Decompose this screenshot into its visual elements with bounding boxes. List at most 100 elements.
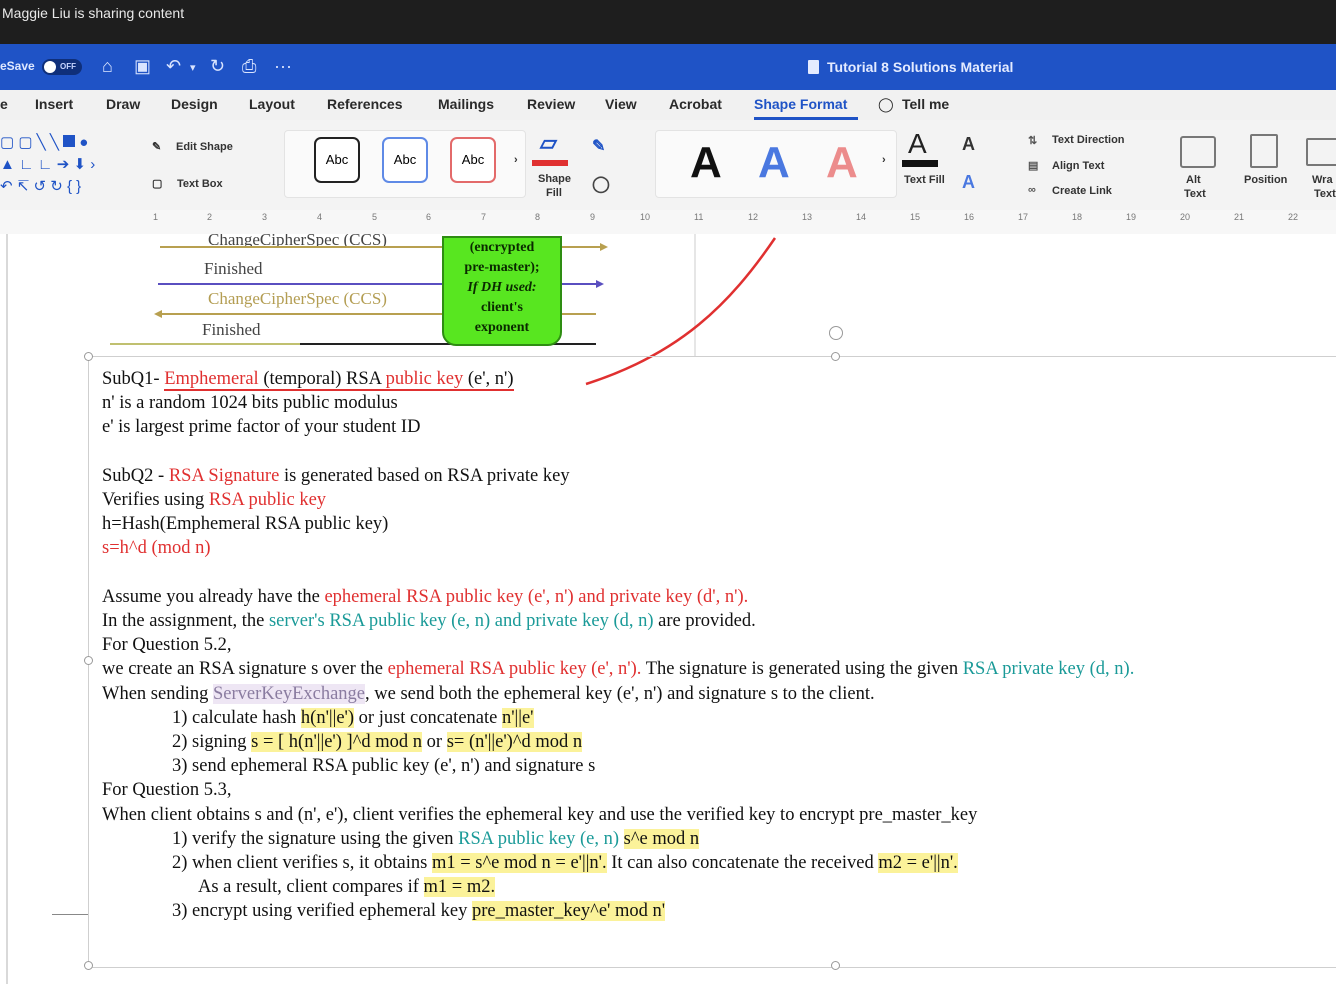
exponent-line: e' is largest prime factor of your stude… — [102, 417, 421, 438]
tab-draw[interactable]: Draw — [106, 96, 140, 112]
step-1-hash: 1) calculate hash h(n'||e') or just conc… — [172, 707, 534, 728]
autosave-toggle[interactable]: OFF — [42, 59, 82, 75]
wordart-more-icon[interactable]: › — [882, 154, 886, 166]
resize-handle-bottom-left[interactable] — [84, 961, 93, 970]
subq2-line: SubQ2 - RSA Signature is generated based… — [102, 465, 570, 486]
client-line: When client obtains s and (n', e'), clie… — [102, 804, 978, 825]
create-signature-line: we create an RSA signature s over the ep… — [102, 659, 1135, 680]
rotate-handle-icon[interactable] — [829, 326, 843, 340]
shape-style-blue[interactable]: Abc — [382, 137, 428, 183]
share-status-text: Maggie Liu is sharing content — [2, 5, 185, 21]
autosave-label: eSave — [0, 59, 35, 73]
tab-home-partial[interactable]: e — [0, 96, 8, 112]
diagram-label-finished-1: Finished — [204, 259, 263, 278]
tab-acrobat[interactable]: Acrobat — [669, 96, 722, 112]
screen-share-bar: Maggie Liu is sharing content — [0, 0, 1336, 44]
position-icon[interactable] — [1250, 134, 1278, 168]
paint-bucket-icon[interactable]: ▱ — [540, 130, 557, 156]
text-fill-icon[interactable]: A — [908, 128, 927, 160]
tab-mailings[interactable]: Mailings — [438, 96, 494, 112]
shape-effects-icon[interactable]: ◯ — [592, 174, 610, 194]
more-icon[interactable]: ··· — [274, 56, 292, 77]
print-icon[interactable]: ⎙ — [242, 56, 256, 77]
question-5-3-heading: For Question 5.3, — [102, 780, 232, 801]
document-icon — [808, 60, 819, 74]
tab-design[interactable]: Design — [171, 96, 218, 112]
position-label: Position — [1244, 174, 1288, 186]
title-bar: eSave OFF ⌂ ▣ ↶ ▾ ↻ ⎙ ··· Tutorial 8 Sol… — [0, 44, 1336, 90]
compare-line: As a result, client compares if m1 = m2. — [198, 877, 496, 898]
tab-references[interactable]: References — [327, 96, 403, 112]
wordart-blue[interactable]: A — [758, 138, 790, 188]
resize-handle-bottom-middle[interactable] — [831, 961, 840, 970]
verify-step-1: 1) verify the signature using the given … — [172, 828, 700, 849]
text-box-content[interactable]: SubQ1- Emphemeral (temporal) RSA public … — [102, 367, 1134, 924]
diagram-label-finished-2: Finished — [202, 320, 261, 339]
text-outline-icon[interactable]: A — [962, 134, 975, 155]
edit-shape-icon[interactable]: ✎ — [152, 140, 161, 153]
encrypt-step-3: 3) encrypt using verified ephemeral key … — [172, 901, 666, 922]
shape-fill-label-1: Shape — [538, 173, 572, 185]
tab-view[interactable]: View — [605, 96, 637, 112]
sending-line: When sending ServerKeyExchange, we send … — [102, 683, 875, 704]
text-box-button[interactable]: Text Box — [177, 178, 223, 190]
tab-insert[interactable]: Insert — [35, 96, 73, 112]
assume-line: Assume you already have the ephemeral RS… — [102, 586, 749, 607]
text-fill-swatch — [902, 160, 938, 167]
text-effects-icon[interactable]: A — [962, 172, 975, 193]
lightbulb-icon: ◯ — [878, 96, 894, 112]
shape-style-red[interactable]: Abc — [450, 137, 496, 183]
wrap-text-label-1: Wra — [1312, 174, 1333, 186]
tab-layout[interactable]: Layout — [249, 96, 295, 112]
resize-handle-top-left[interactable] — [84, 352, 93, 361]
text-direction-button[interactable]: Text Direction — [1052, 134, 1125, 146]
tell-me-search[interactable]: Tell me — [902, 96, 949, 112]
assignment-line: In the assignment, the server's RSA publ… — [102, 611, 756, 631]
wrap-text-icon[interactable] — [1306, 138, 1336, 166]
save-icon[interactable]: ▣ — [134, 56, 151, 77]
text-direction-icon: ⇅ — [1028, 135, 1038, 147]
question-5-2-heading: For Question 5.2, — [102, 635, 232, 656]
wrap-text-label-2: Text — [1314, 188, 1336, 200]
alt-text-icon[interactable] — [1180, 136, 1216, 168]
modulus-line: n' is a random 1024 bits public modulus — [102, 393, 398, 414]
undo-icon[interactable]: ↶ — [166, 56, 181, 77]
resize-handle-middle-left[interactable] — [84, 656, 93, 665]
shape-fill-label-2: Fill — [546, 187, 562, 199]
link-icon: ∞ — [1028, 184, 1036, 196]
alt-text-label-2: Text — [1184, 188, 1206, 200]
undo-dropdown-icon[interactable]: ▾ — [190, 61, 196, 74]
align-text-icon: ▤ — [1028, 160, 1039, 172]
shape-gallery[interactable]: ▢ ▢ ╲ ╲ ● ▲ ∟ ∟ ➔ ⬇ › ↶ ↸ ↺ ↻ { } — [0, 132, 130, 198]
encrypted-premaster-callout: (encrypted pre-master); If DH used: clie… — [442, 236, 562, 346]
home-icon[interactable]: ⌂ — [102, 56, 113, 77]
step-3-send: 3) send ephemeral RSA public key (e', n'… — [172, 756, 596, 777]
align-text-button[interactable]: Align Text — [1052, 160, 1104, 172]
step-2-signing: 2) signing s = [ h(n'||e') ]^d mod n or … — [172, 732, 583, 753]
hash-line: h=Hash(Emphemeral RSA public key) — [102, 514, 389, 535]
create-link-button[interactable]: Create Link — [1052, 185, 1112, 197]
tab-shape-format[interactable]: Shape Format — [754, 96, 847, 112]
document-title: Tutorial 8 Solutions Material — [808, 59, 1013, 75]
tab-review[interactable]: Review — [527, 96, 575, 112]
diagram-label-ccs-top: ChangeCipherSpec (CCS) — [208, 234, 387, 246]
text-fill-label: Text Fill — [904, 174, 945, 186]
ribbon-toolbar: ▢ ▢ ╲ ╲ ● ▲ ∟ ∟ ➔ ⬇ › ↶ ↸ ↺ ↻ { } ✎ Edit… — [0, 120, 1336, 211]
subq1-line: SubQ1- Emphemeral (temporal) RSA public … — [102, 369, 514, 391]
styles-more-icon[interactable]: › — [514, 154, 518, 166]
ribbon-tabs: e Insert Draw Design Layout References M… — [0, 90, 1336, 120]
text-box-icon[interactable]: ▢ — [152, 177, 162, 190]
wordart-red[interactable]: A — [826, 138, 858, 188]
wordart-black[interactable]: A — [690, 138, 722, 188]
fill-color-swatch — [532, 160, 568, 166]
shape-outline-icon[interactable]: ✎ — [592, 136, 605, 156]
signature-formula: s=h^d (mod n) — [102, 538, 211, 559]
shape-style-black[interactable]: Abc — [314, 137, 360, 183]
resize-handle-top-middle[interactable] — [831, 352, 840, 361]
alt-text-label-1: Alt — [1186, 174, 1201, 186]
edit-shape-button[interactable]: Edit Shape — [176, 141, 233, 153]
horizontal-ruler[interactable]: 1 2 3 4 5 6 7 8 9 10 11 12 13 14 15 16 1… — [0, 210, 1336, 235]
redo-icon[interactable]: ↻ — [210, 56, 225, 77]
verifies-line: Verifies using RSA public key — [102, 490, 327, 510]
diagram-label-ccs: ChangeCipherSpec (CCS) — [208, 289, 387, 308]
